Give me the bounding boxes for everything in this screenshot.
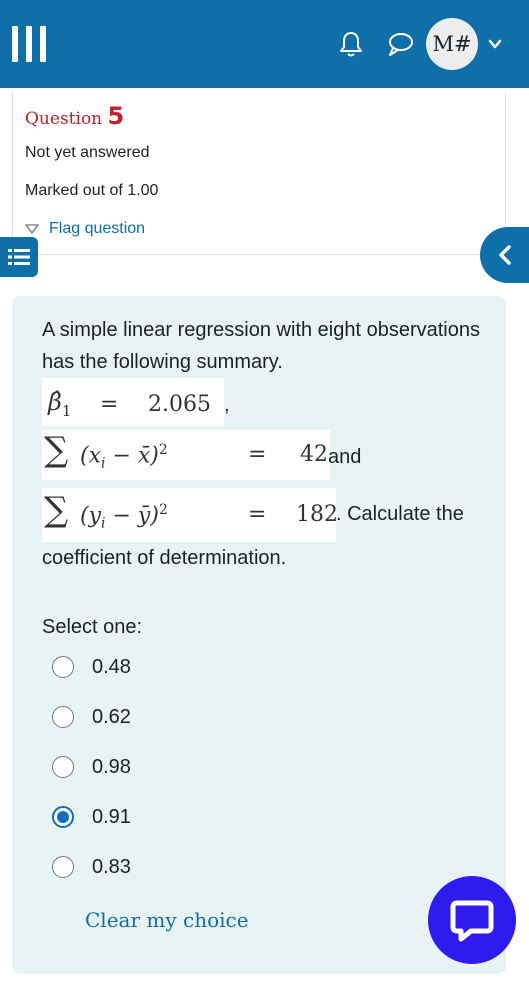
course-index-toggle[interactable] <box>0 237 38 277</box>
calculate-text: . Calculate the <box>336 503 464 525</box>
chat-bubble-icon[interactable] <box>386 30 414 58</box>
answer-option[interactable]: 0.83 <box>52 850 131 884</box>
radio-button-selected[interactable] <box>52 806 74 828</box>
question-info-panel: Question 5 Not yet answered Marked out o… <box>12 92 506 255</box>
chevron-down-icon[interactable] <box>486 35 504 53</box>
option-label: 0.48 <box>92 655 131 678</box>
beta-symbol: β̂1 <box>48 388 72 420</box>
sum-x-expression: (xi − x̄)2 <box>80 442 168 472</box>
answer-option[interactable]: 0.62 <box>52 700 131 734</box>
block-drawer-toggle[interactable] <box>480 227 529 283</box>
question-state: Not yet answered <box>25 144 150 161</box>
answer-option[interactable]: 0.48 <box>52 650 131 684</box>
sum-y-expression: (yi − ȳ)2 <box>80 502 168 532</box>
question-intro: A simple linear regression with eight ob… <box>42 319 480 373</box>
sum-y-equation: ∑ (yi − ȳ)2 = 182 <box>42 488 338 542</box>
chat-bubble-icon <box>450 900 494 942</box>
list-icon <box>8 249 30 265</box>
sigma-symbol: ∑ <box>44 430 69 470</box>
question-content: A simple linear regression with eight ob… <box>12 296 506 974</box>
sigma-symbol: ∑ <box>44 490 69 530</box>
radio-button[interactable] <box>52 856 74 878</box>
beta-equation: β̂1 = 2.065 <box>42 378 224 426</box>
radio-button[interactable] <box>52 656 74 678</box>
equals-sign: = <box>100 392 119 417</box>
question-label: Question <box>25 109 103 129</box>
user-avatar[interactable]: M# <box>426 18 478 70</box>
question-number: 5 <box>107 102 125 130</box>
top-navbar: M# <box>0 0 529 88</box>
radio-button[interactable] <box>52 706 74 728</box>
question-grade: Marked out of 1.00 <box>25 182 159 199</box>
radio-button[interactable] <box>52 756 74 778</box>
flag-question-label: Flag question <box>49 220 146 237</box>
bell-icon[interactable] <box>338 30 364 58</box>
option-label: 0.83 <box>92 855 131 878</box>
comma: , <box>224 394 230 416</box>
flag-question-link[interactable]: Flag question <box>25 220 145 238</box>
clear-choice-link[interactable]: Clear my choice <box>85 908 249 932</box>
chevron-left-icon <box>498 245 511 265</box>
beta-value: 2.065 <box>148 392 211 417</box>
question-tail: coefficient of determination. <box>42 547 287 569</box>
chat-fab-button[interactable] <box>428 876 516 964</box>
answer-option[interactable]: 0.98 <box>52 750 131 784</box>
hamburger-menu-icon[interactable] <box>12 26 46 62</box>
question-title: Question 5 <box>25 102 124 130</box>
sum-x-equation: ∑ (xi − x̄)2 = 42 <box>42 430 330 480</box>
flag-icon <box>25 224 39 234</box>
option-label: 0.91 <box>92 805 131 828</box>
sum-x-value: 42 <box>300 442 328 467</box>
equals-sign: = <box>248 442 267 467</box>
option-label: 0.62 <box>92 705 131 728</box>
option-label: 0.98 <box>92 755 131 778</box>
answer-option[interactable]: 0.91 <box>52 800 131 834</box>
sum-y-value: 182 <box>296 502 338 527</box>
equals-sign: = <box>248 502 267 527</box>
select-one-prompt: Select one: <box>42 616 143 638</box>
and-text: and <box>328 446 362 468</box>
